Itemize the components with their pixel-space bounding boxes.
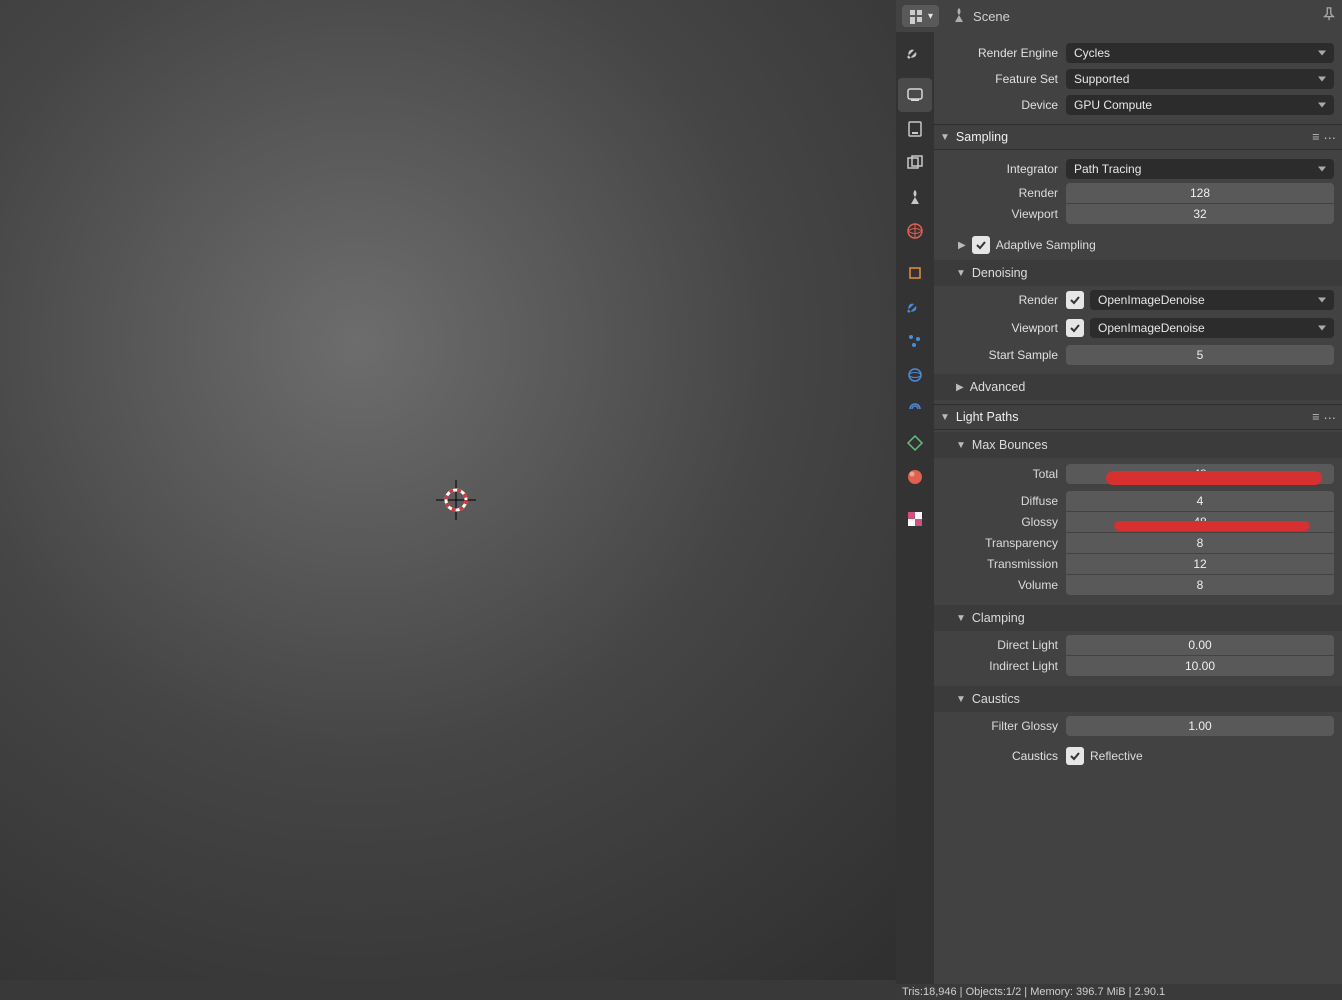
bounces-total-field[interactable]: 48 bbox=[1066, 464, 1334, 484]
start-sample-label: Start Sample bbox=[934, 348, 1066, 362]
start-sample-field[interactable]: 5 bbox=[1066, 345, 1334, 365]
bounces-transmission-label: Transmission bbox=[934, 554, 1066, 574]
clamp-direct-label: Direct Light bbox=[934, 635, 1066, 655]
bounces-transmission-field[interactable]: 12 bbox=[1066, 554, 1334, 574]
caustics-label: Caustics bbox=[934, 749, 1066, 763]
denoise-viewport-checkbox[interactable] bbox=[1066, 319, 1084, 337]
bounces-glossy-label: Glossy bbox=[934, 512, 1066, 532]
viewport-samples-field[interactable]: 32 bbox=[1066, 204, 1334, 224]
denoise-viewport-label: Viewport bbox=[934, 321, 1066, 335]
sampling-panel-header[interactable]: ▼ Sampling ≡⋯ bbox=[934, 124, 1342, 150]
feature-set-label: Feature Set bbox=[934, 72, 1066, 86]
feature-set-dropdown[interactable]: Supported bbox=[1066, 69, 1334, 89]
tab-data[interactable] bbox=[898, 426, 932, 460]
denoise-viewport-dropdown[interactable]: OpenImageDenoise bbox=[1090, 318, 1334, 338]
bounces-volume-label: Volume bbox=[934, 575, 1066, 595]
denoising-subpanel-header[interactable]: ▼ Denoising bbox=[934, 260, 1342, 286]
tab-modifiers[interactable] bbox=[898, 290, 932, 324]
chevron-right-icon: ▶ bbox=[956, 382, 964, 393]
chevron-down-icon: ▼ bbox=[956, 440, 966, 451]
tab-object[interactable] bbox=[898, 256, 932, 290]
tab-world[interactable] bbox=[898, 214, 932, 248]
lightpaths-panel-header[interactable]: ▼ Light Paths ≡⋯ bbox=[934, 404, 1342, 430]
clamp-indirect-label: Indirect Light bbox=[934, 656, 1066, 676]
bounces-transparency-label: Transparency bbox=[934, 533, 1066, 553]
chevron-down-icon: ▼ bbox=[956, 268, 966, 279]
menu-icon[interactable]: ⋯ bbox=[1324, 410, 1337, 425]
integrator-label: Integrator bbox=[934, 162, 1066, 176]
device-dropdown[interactable]: GPU Compute bbox=[1066, 95, 1334, 115]
viewport-samples-label: Viewport bbox=[934, 204, 1066, 224]
tab-texture[interactable] bbox=[898, 502, 932, 536]
bounces-transparency-field[interactable]: 8 bbox=[1066, 533, 1334, 553]
pin-icon[interactable] bbox=[1322, 7, 1336, 26]
chevron-down-icon: ▼ bbox=[940, 412, 950, 423]
tab-particles[interactable] bbox=[898, 324, 932, 358]
adaptive-sampling-checkbox[interactable] bbox=[972, 236, 990, 254]
bounces-diffuse-field[interactable]: 4 bbox=[1066, 491, 1334, 511]
denoise-render-label: Render bbox=[934, 293, 1066, 307]
properties-body: Render Engine Cycles Feature Set Support… bbox=[934, 0, 1342, 1000]
clamping-subpanel-header[interactable]: ▼ Clamping bbox=[934, 605, 1342, 631]
chevron-down-icon: ▼ bbox=[956, 613, 966, 624]
render-engine-label: Render Engine bbox=[934, 46, 1066, 60]
tab-viewlayer[interactable] bbox=[898, 146, 932, 180]
preset-icon[interactable]: ≡ bbox=[1312, 130, 1319, 145]
chevron-down-icon: ▼ bbox=[940, 132, 950, 143]
filter-glossy-label: Filter Glossy bbox=[934, 716, 1066, 736]
advanced-subpanel-header[interactable]: ▶ Advanced bbox=[934, 374, 1342, 400]
clamp-indirect-field[interactable]: 10.00 bbox=[1066, 656, 1334, 676]
editor-type-dropdown[interactable]: ▾ bbox=[902, 5, 939, 27]
menu-icon[interactable]: ⋯ bbox=[1324, 130, 1337, 145]
properties-header: ▾ Scene bbox=[896, 0, 1342, 32]
caustics-subpanel-header[interactable]: ▼ Caustics bbox=[934, 686, 1342, 712]
reflective-caustics-checkbox[interactable] bbox=[1066, 747, 1084, 765]
denoise-render-checkbox[interactable] bbox=[1066, 291, 1084, 309]
3d-cursor-gizmo bbox=[436, 480, 476, 520]
adaptive-sampling-label: Adaptive Sampling bbox=[996, 238, 1096, 252]
device-label: Device bbox=[934, 98, 1066, 112]
render-samples-field[interactable]: 128 bbox=[1066, 183, 1334, 203]
tab-physics[interactable] bbox=[898, 358, 932, 392]
tab-constraints[interactable] bbox=[898, 392, 932, 426]
denoise-render-dropdown[interactable]: OpenImageDenoise bbox=[1090, 290, 1334, 310]
tab-output[interactable] bbox=[898, 112, 932, 146]
filter-glossy-field[interactable]: 1.00 bbox=[1066, 716, 1334, 736]
properties-tabs bbox=[896, 0, 934, 1000]
annotation-scribble bbox=[1106, 471, 1322, 485]
bounces-diffuse-label: Diffuse bbox=[934, 491, 1066, 511]
bounces-total-label: Total bbox=[934, 464, 1066, 484]
tab-render[interactable] bbox=[898, 78, 932, 112]
bounces-volume-field[interactable]: 8 bbox=[1066, 575, 1334, 595]
tab-material[interactable] bbox=[898, 460, 932, 494]
chevron-down-icon: ▼ bbox=[956, 694, 966, 705]
annotation-scribble bbox=[1114, 521, 1310, 531]
tab-tool[interactable] bbox=[898, 36, 932, 70]
clamp-direct-field[interactable]: 0.00 bbox=[1066, 635, 1334, 655]
3d-viewport[interactable] bbox=[0, 0, 896, 980]
render-engine-dropdown[interactable]: Cycles bbox=[1066, 43, 1334, 63]
breadcrumb: Scene bbox=[973, 9, 1010, 24]
maxbounces-subpanel-header[interactable]: ▼ Max Bounces bbox=[934, 432, 1342, 458]
chevron-right-icon[interactable]: ▶ bbox=[958, 240, 966, 251]
tab-scene[interactable] bbox=[898, 180, 932, 214]
integrator-dropdown[interactable]: Path Tracing bbox=[1066, 159, 1334, 179]
preset-icon[interactable]: ≡ bbox=[1312, 410, 1319, 425]
bounces-glossy-field[interactable]: 48 bbox=[1066, 512, 1334, 532]
scene-icon bbox=[951, 7, 967, 26]
reflective-caustics-label: Reflective bbox=[1090, 749, 1143, 763]
render-samples-label: Render bbox=[934, 183, 1066, 203]
status-bar: Tris:18,946 | Objects:1/2 | Memory: 396.… bbox=[896, 984, 1342, 1000]
